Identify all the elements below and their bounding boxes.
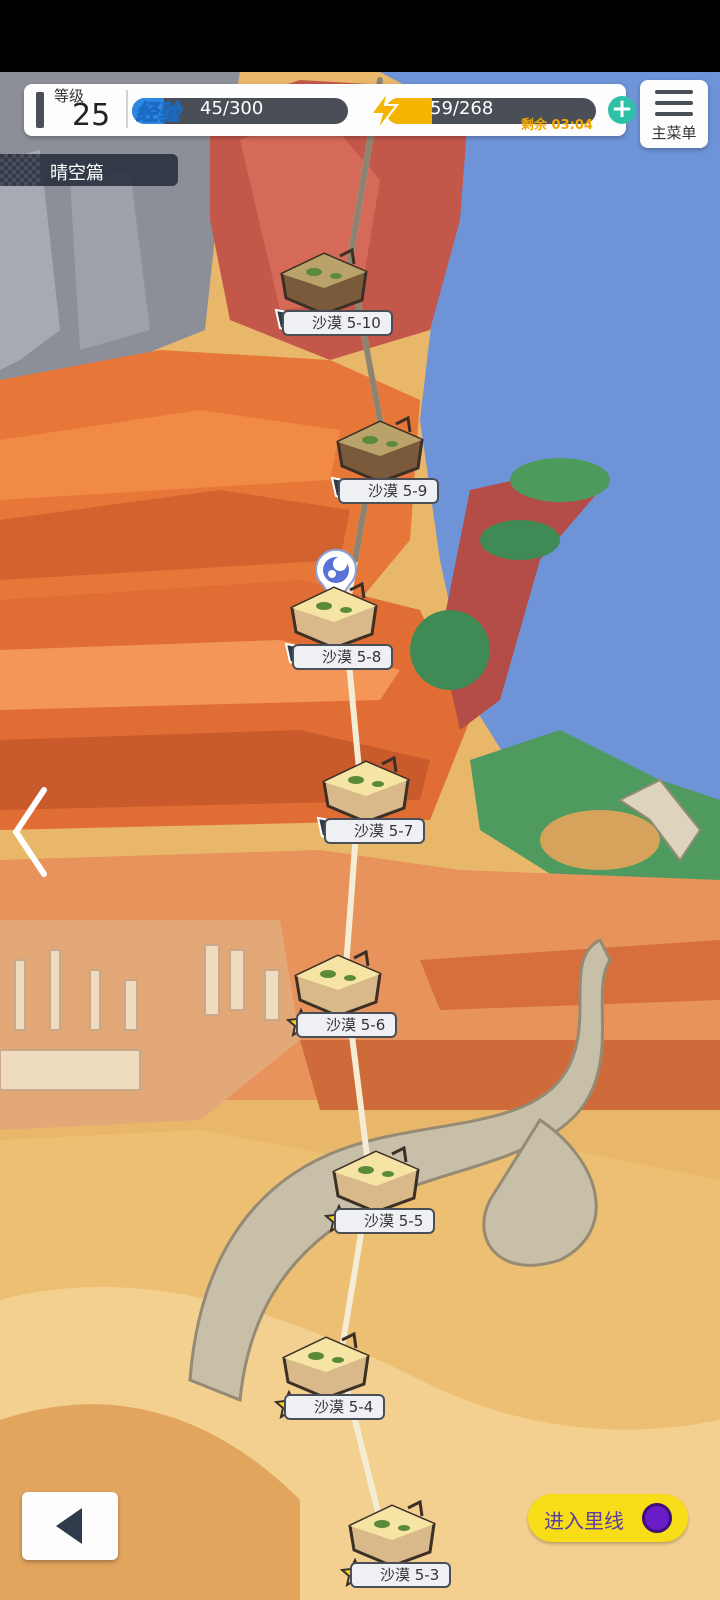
stage-node[interactable]: 沙漠 5-6 — [282, 950, 452, 1050]
hamburger-line — [655, 101, 693, 105]
chapter-label: 晴空篇 — [50, 163, 104, 184]
stage-node[interactable]: 沙漠 5-5 — [320, 1146, 490, 1246]
enter-hidden-route-label: 进入里线 — [544, 1509, 624, 1533]
stage-node[interactable]: 沙漠 5-10 — [268, 248, 438, 348]
stage-label: 沙漠 5-9 — [338, 478, 440, 504]
chevron-left-icon[interactable] — [10, 786, 50, 878]
hud-divider — [126, 90, 128, 128]
hamburger-line — [655, 112, 693, 116]
chapter-pattern — [0, 154, 40, 186]
level-accent — [36, 92, 44, 128]
stage-label: 沙漠 5-5 — [334, 1208, 436, 1234]
status-bar — [0, 0, 720, 72]
chapter-tag: 晴空篇 — [0, 154, 178, 186]
stage-label: 沙漠 5-10 — [282, 310, 393, 336]
stage-label: 沙漠 5-7 — [324, 818, 426, 844]
back-button[interactable] — [22, 1492, 118, 1560]
stage-node[interactable]: 沙漠 5-4 — [270, 1332, 440, 1432]
stage-label: 沙漠 5-8 — [292, 644, 394, 670]
exp-value: 45/300 — [200, 98, 264, 119]
stage-node[interactable]: 沙漠 5-8 — [278, 582, 448, 682]
purple-orb-icon — [642, 1503, 672, 1533]
main-menu-label: 主菜单 — [651, 124, 697, 142]
stage-label: 沙漠 5-3 — [350, 1562, 452, 1588]
exp-label: 经验 — [135, 101, 181, 127]
main-menu-button[interactable]: 主菜单 — [640, 80, 708, 148]
player-status-bar: 等级 25 经验 45/300 59/268 剩余 03:04 + — [24, 84, 636, 136]
lightning-icon — [369, 90, 400, 132]
stage-node[interactable]: 沙漠 5-7 — [310, 756, 480, 856]
stage-node[interactable]: 沙漠 5-9 — [324, 416, 494, 516]
level-value: 25 — [72, 98, 111, 133]
enter-hidden-route-button[interactable]: 进入里线 — [528, 1494, 688, 1542]
stamina-value: 59/268 — [430, 98, 494, 119]
hamburger-icon — [655, 90, 693, 94]
back-arrow-icon — [56, 1508, 82, 1544]
plus-icon[interactable]: + — [608, 96, 636, 124]
stage-label: 沙漠 5-4 — [284, 1394, 386, 1420]
stamina-timer: 剩余 03:04 — [521, 118, 593, 133]
stage-node[interactable]: 沙漠 5-3 — [336, 1500, 506, 1600]
stage-label: 沙漠 5-6 — [296, 1012, 398, 1038]
